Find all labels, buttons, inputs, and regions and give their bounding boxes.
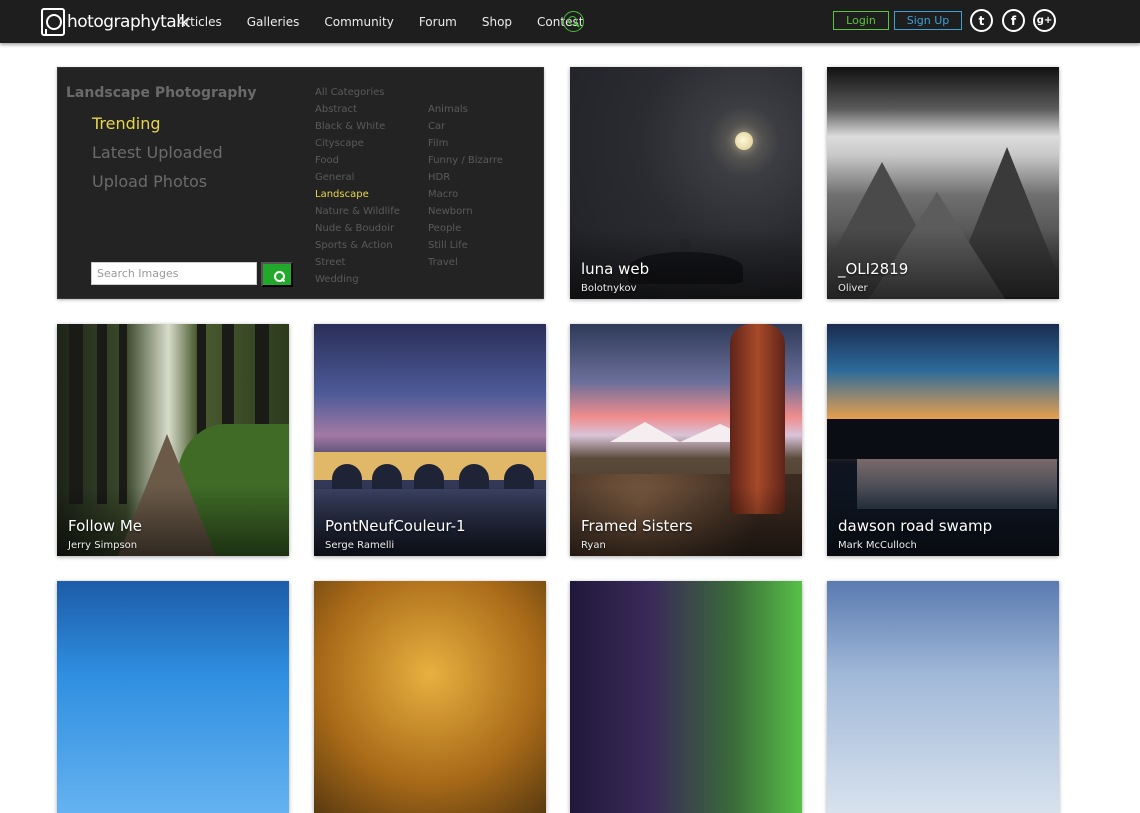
photo-card[interactable]: Follow Me Jerry Simpson (57, 324, 289, 556)
photo-author[interactable]: Bolotnykov (581, 283, 637, 294)
category-still-life[interactable]: Still Life (428, 240, 468, 251)
camera-logo-icon (41, 8, 65, 36)
category-animals[interactable]: Animals (428, 104, 468, 115)
category-funny-bizarre[interactable]: Funny / Bizarre (428, 155, 503, 166)
photo-author[interactable]: Serge Ramelli (325, 540, 394, 551)
search-submit-button[interactable] (261, 262, 293, 287)
signup-button[interactable]: Sign Up (894, 11, 962, 30)
google-plus-icon[interactable]: g+ (1033, 9, 1056, 32)
category-sports-action[interactable]: Sports & Action (315, 240, 393, 251)
category-food[interactable]: Food (315, 155, 339, 166)
photo-card[interactable] (827, 581, 1059, 813)
mountain-shape (610, 422, 680, 442)
category-wedding[interactable]: Wedding (315, 274, 359, 285)
category-travel[interactable]: Travel (428, 257, 458, 268)
category-film[interactable]: Film (428, 138, 448, 149)
tree-trunk (97, 324, 107, 504)
menu-upload-photos[interactable]: Upload Photos (92, 172, 207, 191)
moon-shape (735, 132, 753, 150)
category-cityscape[interactable]: Cityscape (315, 138, 364, 149)
photo-card[interactable]: dawson road swamp Mark McCulloch (827, 324, 1059, 556)
site-logo[interactable]: hotographytalk (41, 7, 190, 37)
photo-card[interactable]: _OLI2819 Oliver (827, 67, 1059, 299)
category-general[interactable]: General (315, 172, 354, 183)
photo-card[interactable] (314, 581, 546, 813)
category-landscape[interactable]: Landscape (315, 189, 369, 200)
logo-text: hotographytalk (67, 12, 190, 32)
category-street[interactable]: Street (315, 257, 345, 268)
nav-forum[interactable]: Forum (419, 15, 457, 29)
login-button[interactable]: Login (833, 11, 889, 30)
category-nude-boudoir[interactable]: Nude & Boudoir (315, 223, 394, 234)
photo-card[interactable]: Framed Sisters Ryan (570, 324, 802, 556)
main-nav: Articles Galleries Community Forum Shop … (177, 0, 608, 43)
tree-trunk (69, 324, 83, 504)
photo-author[interactable]: Oliver (838, 283, 868, 294)
photo-title[interactable]: Framed Sisters (581, 517, 693, 535)
photo-card[interactable]: luna web Bolotnykov (570, 67, 802, 299)
nav-community[interactable]: Community (324, 15, 393, 29)
menu-trending[interactable]: Trending (92, 114, 161, 133)
photo-title[interactable]: Follow Me (68, 517, 142, 535)
category-people[interactable]: People (428, 223, 461, 234)
photo-title[interactable]: PontNeufCouleur-1 (325, 517, 466, 535)
photo-title[interactable]: _OLI2819 (838, 260, 908, 278)
photo-author[interactable]: Mark McCulloch (838, 540, 917, 551)
nav-shop[interactable]: Shop (482, 15, 512, 29)
facebook-icon[interactable]: f (1002, 9, 1025, 32)
photo-author[interactable]: Ryan (581, 540, 606, 551)
category-hdr[interactable]: HDR (428, 172, 450, 183)
top-navigation-bar: hotographytalk Articles Galleries Commun… (0, 0, 1140, 43)
category-black-white[interactable]: Black & White (315, 121, 385, 132)
photo-card[interactable]: PontNeufCouleur-1 Serge Ramelli (314, 324, 546, 556)
twitter-icon[interactable]: t (970, 9, 993, 32)
nav-galleries[interactable]: Galleries (247, 15, 300, 29)
photo-card[interactable] (57, 581, 289, 813)
search-images-input[interactable] (91, 262, 257, 285)
menu-latest-uploaded[interactable]: Latest Uploaded (92, 143, 223, 162)
category-nature-wildlife[interactable]: Nature & Wildlife (315, 206, 400, 217)
photo-title[interactable]: dawson road swamp (838, 517, 992, 535)
photo-card[interactable] (570, 581, 802, 813)
category-all[interactable]: All Categories (315, 87, 384, 98)
search-icon[interactable] (563, 11, 584, 32)
category-macro[interactable]: Macro (428, 189, 458, 200)
category-newborn[interactable]: Newborn (428, 206, 473, 217)
category-car[interactable]: Car (428, 121, 445, 132)
photo-author[interactable]: Jerry Simpson (68, 540, 137, 551)
land-shape (827, 419, 1059, 459)
category-abstract[interactable]: Abstract (315, 104, 357, 115)
panel-title: Landscape Photography (66, 85, 257, 101)
photo-title[interactable]: luna web (581, 260, 649, 278)
nav-articles[interactable]: Articles (177, 15, 222, 29)
category-panel: Landscape Photography Trending Latest Up… (57, 67, 544, 299)
